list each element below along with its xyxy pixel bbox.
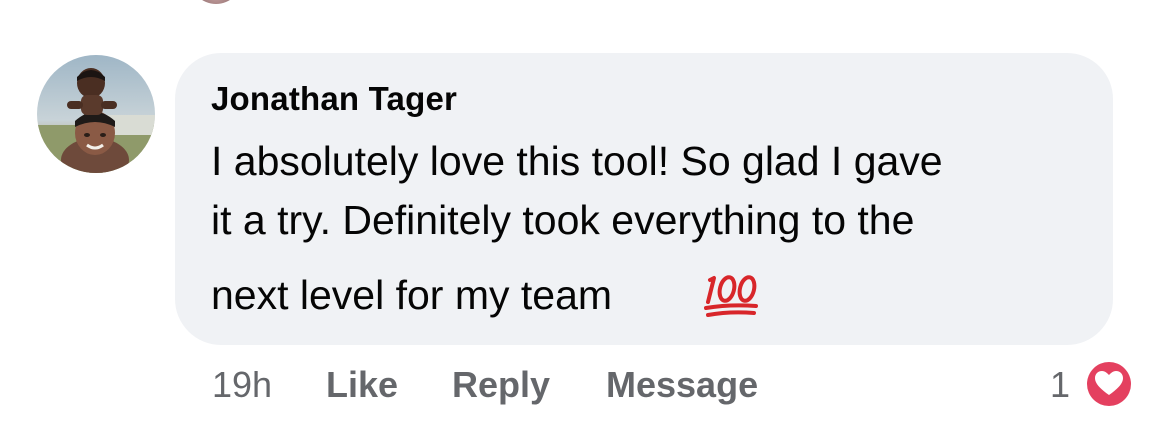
like-button[interactable]: Like [326, 364, 398, 406]
comment-timestamp[interactable]: 19h [212, 364, 272, 406]
heart-icon[interactable] [1082, 357, 1136, 411]
comment-text-line-3: next level for my team [211, 272, 613, 318]
comment-container: Jonathan Tager I absolutely love this to… [0, 0, 1170, 436]
previous-comment-avatar[interactable] [190, 0, 242, 4]
comment-text-line-1: I absolutely love this tool! So glad I g… [211, 138, 943, 184]
reaction-count[interactable]: 1 [1050, 364, 1070, 406]
reply-button[interactable]: Reply [452, 364, 550, 406]
comment-text-line-2: it a try. Definitely took everything to … [211, 197, 915, 243]
avatar-image [37, 55, 155, 173]
comment-author[interactable]: Jonathan Tager [211, 80, 457, 118]
hundred-points-icon [704, 275, 758, 317]
avatar[interactable] [37, 55, 155, 173]
message-button[interactable]: Message [606, 364, 758, 406]
